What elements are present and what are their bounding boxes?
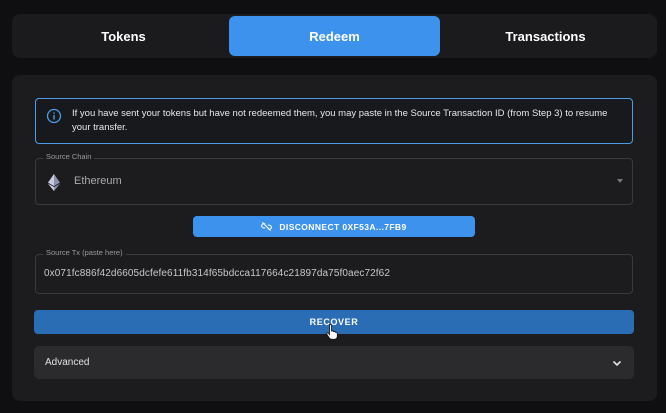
info-icon (46, 108, 62, 124)
source-tx-input[interactable]: 0x071fc886f42d6605dcfefe611fb314f65bdcca… (44, 268, 390, 279)
unlink-icon (261, 221, 273, 232)
chevron-down-icon[interactable] (612, 358, 622, 368)
caret-down-icon[interactable] (617, 179, 623, 183)
disconnect-label: DISCONNECT 0XF53A...7FB9 (279, 221, 407, 232)
tab-tokens[interactable]: Tokens (18, 16, 229, 56)
tab-redeem[interactable]: Redeem (229, 16, 440, 56)
source-chain-value: Ethereum (74, 175, 122, 187)
redeem-panel: If you have sent your tokens but have no… (12, 75, 657, 401)
advanced-label: Advanced (45, 357, 90, 368)
source-tx-label: Source Tx (paste here) (43, 248, 126, 257)
source-tx-field[interactable]: Source Tx (paste here) 0x071fc886f42d660… (35, 248, 633, 294)
ethereum-icon (48, 174, 60, 191)
info-alert: If you have sent your tokens but have no… (35, 98, 633, 144)
source-chain-select[interactable]: Source Chain Ethereum (35, 152, 633, 205)
tab-bar: Tokens Redeem Transactions (12, 14, 657, 58)
hand-pointer-icon (326, 324, 338, 340)
source-chain-label: Source Chain (43, 152, 95, 161)
tab-transactions[interactable]: Transactions (440, 16, 651, 56)
disconnect-wallet-button[interactable]: DISCONNECT 0XF53A...7FB9 (193, 216, 475, 237)
advanced-accordion[interactable]: Advanced (34, 346, 634, 379)
info-text: If you have sent your tokens but have no… (72, 108, 608, 133)
